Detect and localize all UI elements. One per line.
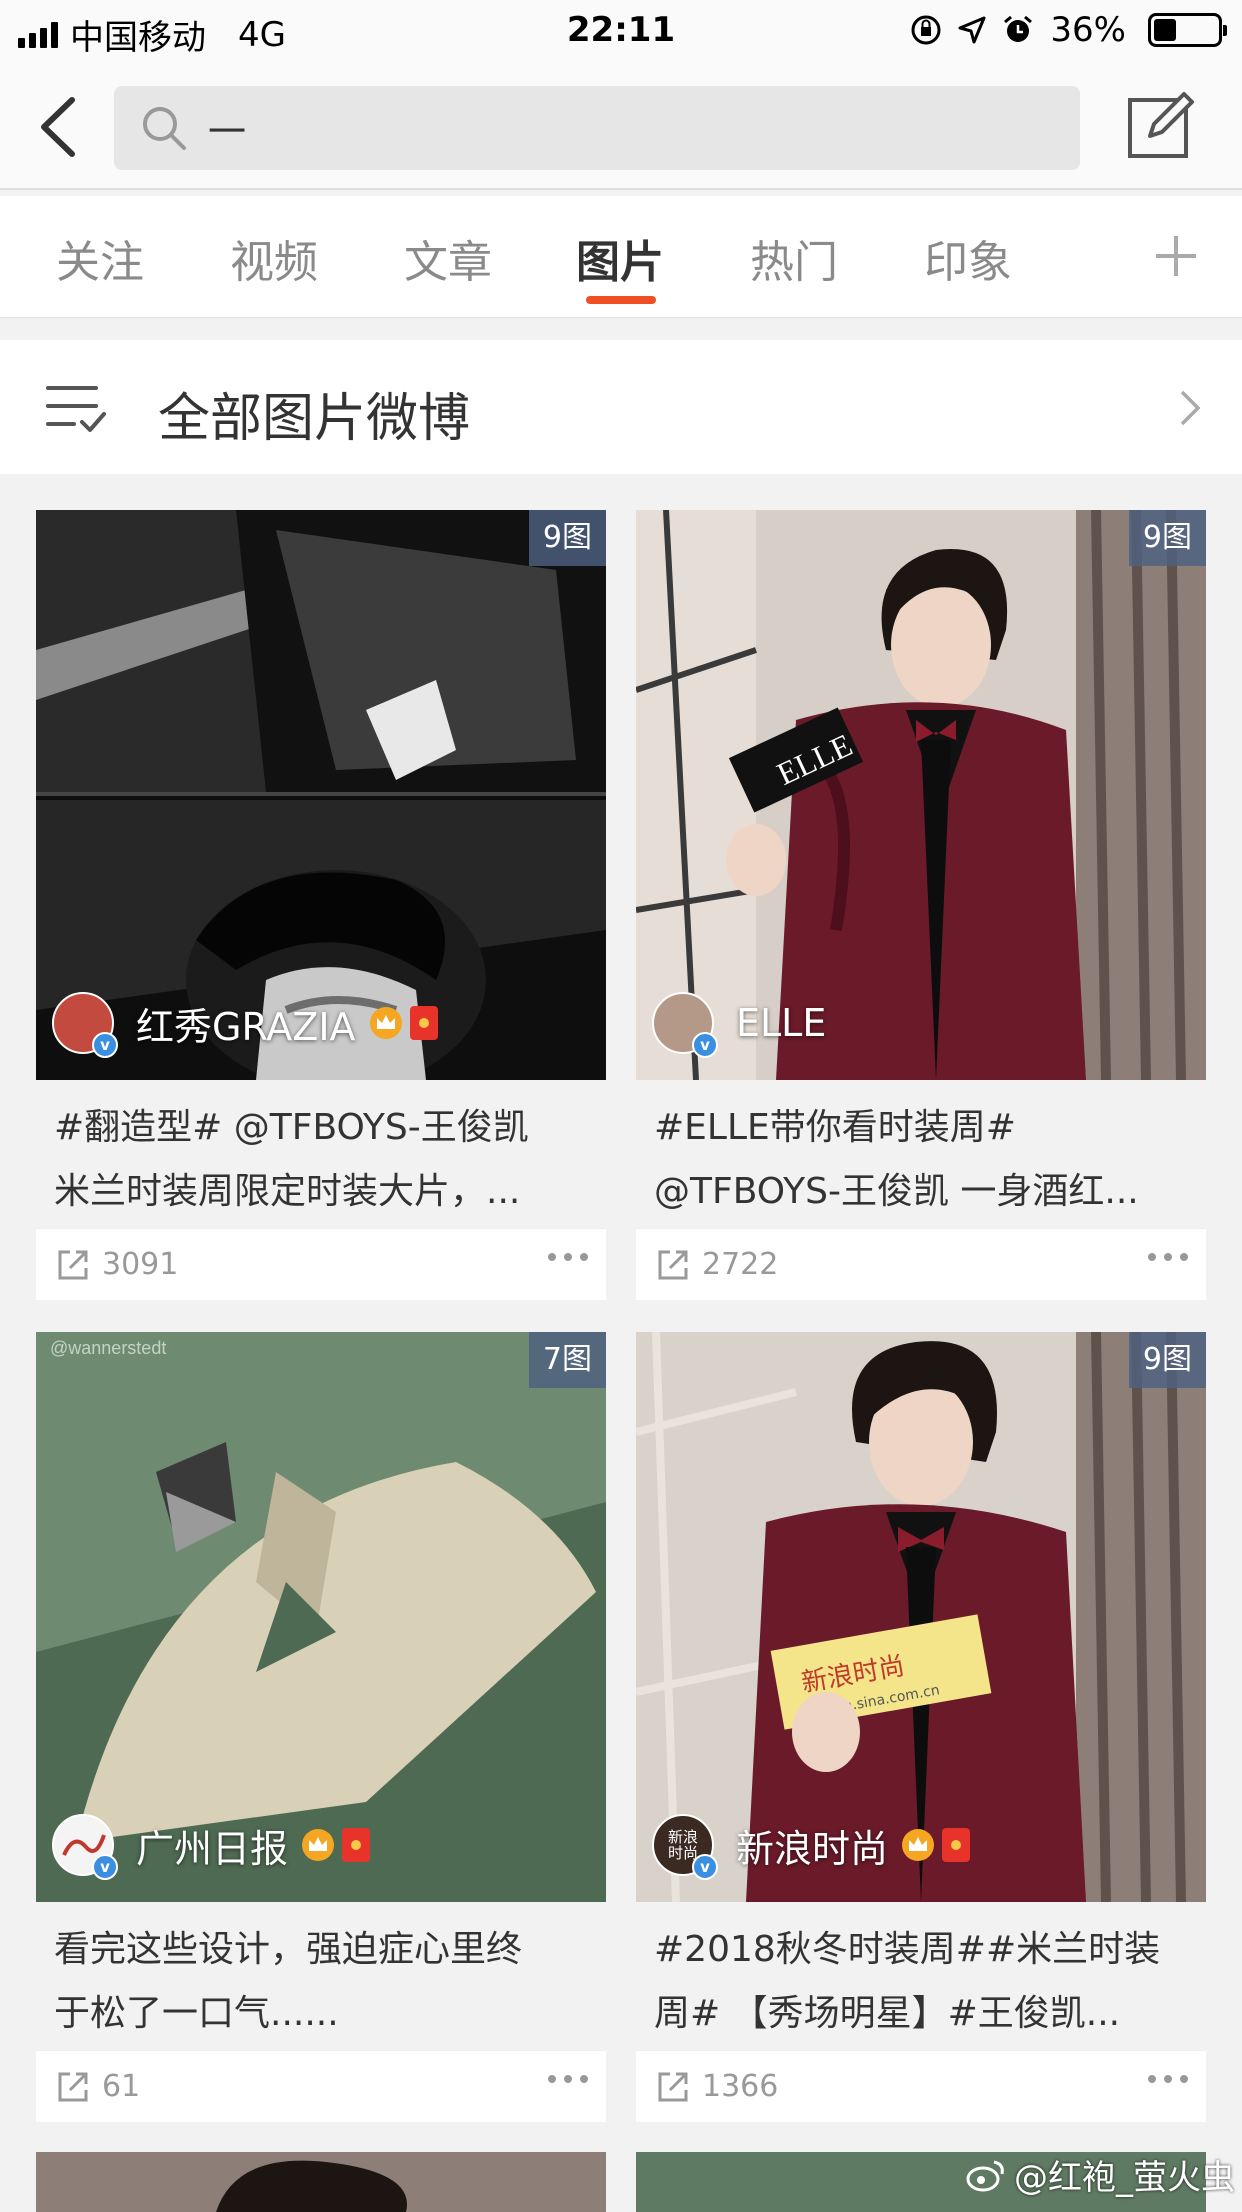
tab-bar: 关注 视频 文章 图片 热门 印象 bbox=[0, 196, 1242, 318]
verified-icon: v bbox=[92, 1032, 118, 1058]
filter-list-icon bbox=[46, 386, 106, 432]
alarm-icon bbox=[1004, 15, 1033, 42]
post-footer: 1366 bbox=[636, 2050, 1206, 2122]
search-icon bbox=[143, 107, 186, 150]
search-query: 一 bbox=[208, 109, 247, 154]
location-icon bbox=[958, 16, 986, 44]
verified-icon: v bbox=[692, 1854, 718, 1880]
post-text[interactable]: #ELLE带你看时装周# @TFBOYS-王俊凯 一身酒红... bbox=[636, 1080, 1206, 1228]
post-text-line: 米兰时装周限定时装大片，... bbox=[54, 1171, 521, 1212]
post-text-line: 于松了一口气...... bbox=[54, 1993, 339, 2034]
post-text-line: #ELLE带你看时装周# bbox=[654, 1107, 1016, 1148]
active-tab-indicator bbox=[586, 296, 656, 304]
author-name: 新浪时尚 bbox=[736, 1826, 889, 1871]
tab-images[interactable]: 图片 bbox=[560, 226, 680, 290]
share-icon[interactable] bbox=[56, 2070, 90, 2104]
share-icon[interactable] bbox=[56, 1248, 90, 1282]
image-post-card[interactable]: ELLE 9图 v ELLE #ELLE带你看时装周# @TFBOYS-王俊凯 … bbox=[636, 510, 1206, 1300]
battery-icon bbox=[1148, 13, 1227, 47]
verified-icon: v bbox=[692, 1032, 718, 1058]
avatar[interactable]: v bbox=[52, 1814, 118, 1880]
post-text-line: #2018秋冬时装周##米兰时装 bbox=[654, 1929, 1161, 1970]
image-watermark: @wannerstedt bbox=[50, 1338, 166, 1358]
post-text[interactable]: #2018秋冬时装周##米兰时装 周# 【秀场明星】#王俊凯... bbox=[636, 1902, 1206, 2050]
share-count: 2722 bbox=[702, 1247, 779, 1282]
tab-hot[interactable]: 热门 bbox=[734, 226, 854, 290]
image-post-card[interactable]: 9图 v 红秀GRAZIA #翻造型# @TFBOYS-王俊凯 米兰时装周限定时… bbox=[36, 510, 606, 1300]
tab-follow[interactable]: 关注 bbox=[40, 226, 160, 290]
image-count-badge: 9图 bbox=[1128, 510, 1206, 566]
tab-impression[interactable]: 印象 bbox=[908, 226, 1028, 290]
post-text[interactable]: 看完这些设计，强迫症心里终 于松了一口气...... bbox=[36, 1902, 606, 2050]
post-text[interactable]: #翻造型# @TFBOYS-王俊凯 米兰时装周限定时装大片，... bbox=[36, 1080, 606, 1228]
author-name: ELLE bbox=[736, 1001, 827, 1045]
post-footer: 2722 bbox=[636, 1228, 1206, 1300]
image-post-card[interactable]: 新浪时尚 fashion.sina.com.cn 9图 新浪时尚 v 新浪时尚 … bbox=[636, 1332, 1206, 2122]
filter-title: 全部图片微博 bbox=[158, 389, 471, 449]
search-header: 一 bbox=[0, 64, 1242, 190]
author-name: 红秀GRAZIA bbox=[136, 1004, 356, 1049]
filter-row[interactable]: 全部图片微博 bbox=[0, 340, 1242, 474]
avatar[interactable]: v bbox=[52, 992, 118, 1058]
share-count: 1366 bbox=[702, 2069, 779, 2104]
post-photo bbox=[36, 2152, 606, 2212]
image-count-badge: 7图 bbox=[528, 1332, 606, 1388]
share-count: 61 bbox=[102, 2069, 141, 2104]
post-author[interactable]: 新浪时尚 v 新浪时尚 bbox=[652, 1814, 971, 1880]
share-icon[interactable] bbox=[656, 2070, 690, 2104]
battery-percent: 36% bbox=[1050, 10, 1126, 50]
chevron-right-icon bbox=[1180, 390, 1201, 426]
tab-video[interactable]: 视频 bbox=[214, 226, 334, 290]
post-image[interactable]: 新浪时尚 fashion.sina.com.cn 9图 新浪时尚 v 新浪时尚 bbox=[636, 1332, 1206, 1902]
post-text-line: 看完这些设计，强迫症心里终 bbox=[54, 1929, 523, 1970]
post-text-line: @TFBOYS-王俊凯 一身酒红... bbox=[654, 1171, 1139, 1212]
back-button[interactable] bbox=[34, 92, 84, 162]
post-author[interactable]: v 广州日报 bbox=[52, 1814, 371, 1880]
crown-icon bbox=[902, 1829, 935, 1861]
red-packet-icon bbox=[942, 1828, 971, 1862]
more-options-button[interactable] bbox=[1148, 1253, 1188, 1261]
watermark-text: @红袍_萤火虫 bbox=[1014, 2158, 1235, 2198]
weibo-logo-icon bbox=[966, 2160, 1004, 2191]
crown-icon bbox=[302, 1829, 335, 1861]
more-options-button[interactable] bbox=[1148, 2075, 1188, 2083]
post-text-line: #翻造型# @TFBOYS-王俊凯 bbox=[54, 1107, 529, 1148]
post-footer: 3091 bbox=[36, 1228, 606, 1300]
image-post-card[interactable]: @wannerstedt 7图 v 广州日报 看完这些设计，强迫症心里终 于松了… bbox=[36, 1332, 606, 2122]
rotation-lock-icon bbox=[911, 15, 941, 45]
avatar[interactable]: 新浪时尚 v bbox=[652, 1814, 718, 1880]
more-options-button[interactable] bbox=[548, 1253, 588, 1261]
share-count: 3091 bbox=[102, 1247, 179, 1282]
avatar[interactable]: v bbox=[652, 992, 718, 1058]
tab-articles[interactable]: 文章 bbox=[388, 226, 508, 290]
post-author[interactable]: v ELLE bbox=[652, 992, 827, 1058]
status-bar: 中国移动 4G 22:11 36% bbox=[0, 0, 1242, 64]
red-packet-icon bbox=[409, 1006, 438, 1040]
weibo-watermark: @红袍_萤火虫 bbox=[966, 2150, 1235, 2199]
search-input[interactable]: 一 bbox=[114, 86, 1080, 170]
image-count-badge: 9图 bbox=[528, 510, 606, 566]
post-footer: 61 bbox=[36, 2050, 606, 2122]
verified-icon: v bbox=[92, 1854, 118, 1880]
share-icon[interactable] bbox=[656, 1248, 690, 1282]
add-tab-icon[interactable] bbox=[1154, 234, 1198, 278]
author-name: 广州日报 bbox=[136, 1826, 289, 1871]
post-text-line: 周# 【秀场明星】#王俊凯... bbox=[654, 1993, 1121, 2034]
post-image[interactable]: @wannerstedt 7图 v 广州日报 bbox=[36, 1332, 606, 1902]
image-count-badge: 9图 bbox=[1128, 1332, 1206, 1388]
more-options-button[interactable] bbox=[548, 2075, 588, 2083]
next-post-image[interactable] bbox=[36, 2152, 606, 2212]
post-image[interactable]: 9图 v 红秀GRAZIA bbox=[36, 510, 606, 1080]
post-author[interactable]: v 红秀GRAZIA bbox=[52, 992, 438, 1058]
post-image[interactable]: ELLE 9图 v ELLE bbox=[636, 510, 1206, 1080]
crown-icon bbox=[369, 1007, 402, 1039]
compose-button[interactable] bbox=[1126, 90, 1196, 160]
red-packet-icon bbox=[342, 1828, 371, 1862]
